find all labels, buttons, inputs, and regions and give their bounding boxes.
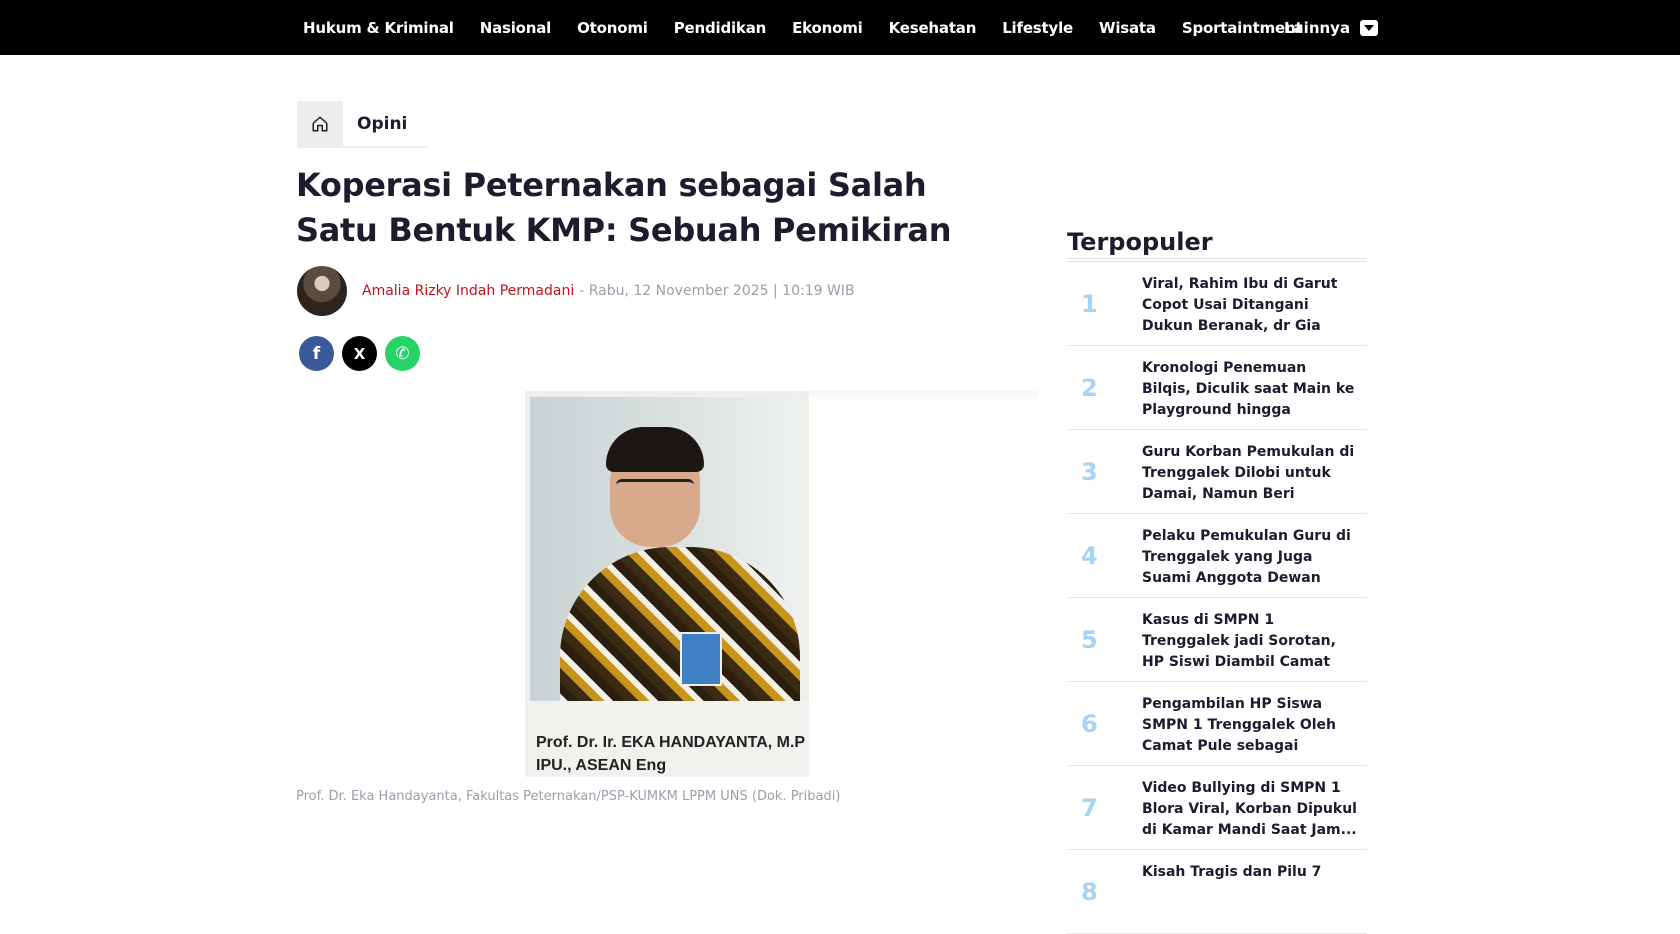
home-icon[interactable]	[297, 101, 343, 146]
popular-rank: 6	[1081, 709, 1098, 738]
popular-item[interactable]: 4 Pelaku Pemukulan Guru di Trenggalek ya…	[1067, 514, 1367, 598]
popular-rank: 3	[1081, 457, 1098, 486]
popular-rank: 8	[1081, 877, 1098, 906]
x-share-button[interactable]: X	[342, 336, 377, 371]
popular-item[interactable]: 1 Viral, Rahim Ibu di Garut Copot Usai D…	[1067, 262, 1367, 346]
breadcrumb: Opini	[297, 101, 428, 148]
popular-title[interactable]: Guru Korban Pemukulan di Trenggalek Dilo…	[1142, 442, 1357, 505]
popular-rank: 5	[1081, 625, 1098, 654]
nav-item-kesehatan[interactable]: Kesehatan	[889, 19, 977, 37]
popular-rank: 4	[1081, 541, 1098, 570]
chevron-down-icon	[1360, 19, 1379, 36]
author-name[interactable]: Amalia Rizky Indah Permadani	[362, 283, 574, 299]
nav-more-label: Lainnya	[1284, 18, 1351, 37]
share-buttons: f X ✆	[299, 336, 428, 371]
popular-title[interactable]: Pelaku Pemukulan Guru di Trenggalek yang…	[1142, 526, 1357, 589]
nav-item-lifestyle[interactable]: Lifestyle	[1002, 19, 1073, 37]
nav-item-otonomi[interactable]: Otonomi	[577, 19, 648, 37]
popular-title[interactable]: Video Bullying di SMPN 1 Blora Viral, Ko…	[1142, 778, 1357, 841]
popular-title[interactable]: Viral, Rahim Ibu di Garut Copot Usai Dit…	[1142, 274, 1357, 337]
popular-item[interactable]: 7 Video Bullying di SMPN 1 Blora Viral, …	[1067, 766, 1367, 850]
popular-item[interactable]: 8 Kisah Tragis dan Pilu 7	[1067, 850, 1367, 934]
portrait-image	[530, 397, 802, 701]
photo-divider	[809, 391, 1037, 403]
nav-menu: Hukum & Kriminal Nasional Otonomi Pendid…	[303, 0, 1328, 55]
facebook-share-button[interactable]: f	[299, 336, 334, 371]
nav-more-dropdown[interactable]: Lainnya	[1284, 0, 1379, 55]
popular-title[interactable]: Pengambilan HP Siswa SMPN 1 Trenggalek O…	[1142, 694, 1357, 757]
popular-rank: 7	[1081, 793, 1098, 822]
popular-title[interactable]: Kisah Tragis dan Pilu 7	[1142, 862, 1357, 883]
popular-item[interactable]: 6 Pengambilan HP Siswa SMPN 1 Trenggalek…	[1067, 682, 1367, 766]
popular-sidebar: Terpopuler 1 Viral, Rahim Ibu di Garut C…	[1067, 228, 1367, 934]
breadcrumb-category[interactable]: Opini	[343, 114, 427, 134]
article-title: Koperasi Peternakan sebagai Salah Satu B…	[296, 166, 952, 249]
nav-item-pendidikan[interactable]: Pendidikan	[674, 19, 767, 37]
nav-item-hukum-kriminal[interactable]: Hukum & Kriminal	[303, 19, 454, 37]
nav-item-wisata[interactable]: Wisata	[1099, 19, 1156, 37]
facebook-icon: f	[312, 343, 321, 364]
article-photo: Prof. Dr. Ir. EKA HANDAYANTA, M.P IPU., …	[525, 391, 809, 777]
popular-item[interactable]: 5 Kasus di SMPN 1 Trenggalek jadi Sorota…	[1067, 598, 1367, 682]
popular-item[interactable]: 3 Guru Korban Pemukulan di Trenggalek Di…	[1067, 430, 1367, 514]
popular-title[interactable]: Kronologi Penemuan Bilqis, Diculik saat …	[1142, 358, 1357, 421]
whatsapp-share-button[interactable]: ✆	[385, 336, 420, 371]
top-navigation-bar: Hukum & Kriminal Nasional Otonomi Pendid…	[0, 0, 1680, 55]
popular-title[interactable]: Kasus di SMPN 1 Trenggalek jadi Sorotan,…	[1142, 610, 1357, 673]
article-byline: Amalia Rizky Indah Permadani - Rabu, 12 …	[297, 266, 855, 316]
popular-rank: 1	[1081, 289, 1098, 318]
photo-embedded-caption: Prof. Dr. Ir. EKA HANDAYANTA, M.P IPU., …	[536, 734, 805, 774]
image-caption: Prof. Dr. Eka Handayanta, Fakultas Peter…	[296, 789, 841, 804]
popular-item[interactable]: 2 Kronologi Penemuan Bilqis, Diculik saa…	[1067, 346, 1367, 430]
whatsapp-icon: ✆	[395, 343, 410, 364]
nav-item-nasional[interactable]: Nasional	[480, 19, 552, 37]
publish-date: - Rabu, 12 November 2025 | 10:19 WIB	[579, 283, 855, 299]
nav-item-ekonomi[interactable]: Ekonomi	[792, 19, 863, 37]
author-avatar[interactable]	[297, 266, 347, 316]
popular-rank: 2	[1081, 373, 1098, 402]
sidebar-heading: Terpopuler	[1067, 228, 1367, 262]
x-icon: X	[353, 344, 366, 363]
